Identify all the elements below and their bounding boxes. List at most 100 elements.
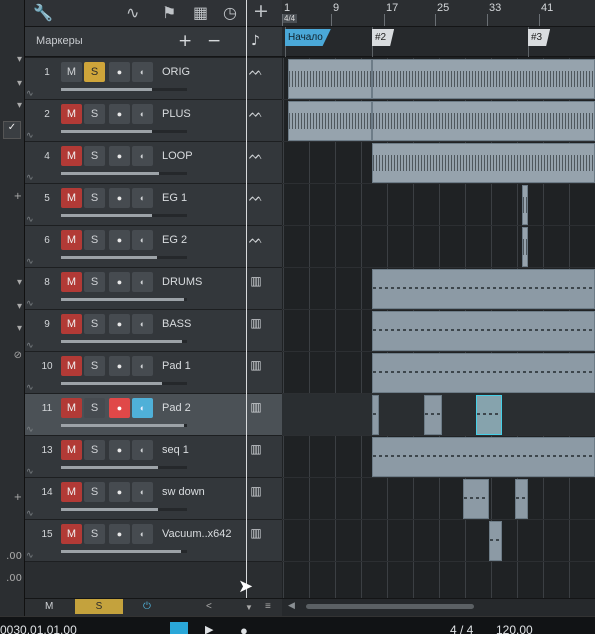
record-arm-button[interactable]: ●: [109, 356, 130, 376]
track-row-pad-1[interactable]: 10 ∿ M S ● ◐ Pad 1 ▥: [25, 352, 282, 394]
scroll-left-icon[interactable]: ◀: [288, 601, 295, 611]
arrangement-area[interactable]: [282, 58, 595, 598]
volume-fader[interactable]: [61, 256, 187, 259]
audio-clip[interactable]: [522, 185, 528, 225]
track-row-sw-down[interactable]: 14 ∿ M S ● ◐ sw down ▥: [25, 478, 282, 520]
instrument-clip[interactable]: [372, 395, 379, 435]
monitor-button[interactable]: ◐: [132, 398, 153, 418]
track-name[interactable]: LOOP: [162, 150, 193, 162]
instrument-clip[interactable]: [463, 479, 489, 519]
volume-fader[interactable]: [61, 172, 187, 175]
automation-expand-icon[interactable]: ∿: [26, 88, 34, 99]
add-marker-button[interactable]: +: [178, 31, 192, 51]
audio-clip[interactable]: [372, 101, 595, 141]
automation-expand-icon[interactable]: ∿: [26, 340, 34, 351]
track-name[interactable]: Pad 2: [162, 402, 191, 414]
monitor-button[interactable]: ◐: [132, 230, 153, 250]
track-name[interactable]: BASS: [162, 318, 191, 330]
play-icon[interactable]: ▶: [205, 623, 213, 634]
horizontal-scrollbar[interactable]: ◀: [282, 598, 595, 616]
audio-clip[interactable]: [288, 59, 372, 99]
record-arm-button[interactable]: ●: [109, 314, 130, 334]
record-icon[interactable]: ●: [240, 623, 248, 634]
instrument-clip[interactable]: [372, 311, 595, 351]
solo-button[interactable]: S: [84, 524, 105, 544]
solo-button[interactable]: S: [84, 482, 105, 502]
track-row-loop[interactable]: 4 ∿ M S ● ◐ LOOP ᨓ: [25, 142, 282, 184]
track-lane[interactable]: [282, 520, 595, 562]
track-row-plus[interactable]: 2 ∿ M S ● ◐ PLUS ᨓ: [25, 100, 282, 142]
track-name[interactable]: ORIG: [162, 66, 190, 78]
monitor-button[interactable]: ◐: [132, 272, 153, 292]
automation-expand-icon[interactable]: ∿: [26, 130, 34, 141]
mute-button[interactable]: M: [61, 398, 82, 418]
marker-flag[interactable]: #2: [372, 29, 395, 46]
track-name[interactable]: Pad 1: [162, 360, 191, 372]
marker-flag-icon[interactable]: ⚑: [162, 3, 176, 22]
marker-flag[interactable]: #3: [528, 29, 551, 46]
track-name[interactable]: EG 2: [162, 234, 187, 246]
instrument-clip[interactable]: [424, 395, 442, 435]
instrument-clip[interactable]: [372, 269, 595, 309]
automation-expand-icon[interactable]: ∿: [26, 424, 34, 435]
record-arm-button[interactable]: ●: [109, 104, 130, 124]
mute-all-button[interactable]: M: [45, 601, 53, 612]
track-row-eg-1[interactable]: 5 ∿ M S ● ◐ EG 1 ᨓ: [25, 184, 282, 226]
loop-toggle[interactable]: [170, 622, 188, 634]
track-name[interactable]: PLUS: [162, 108, 191, 120]
audio-clip[interactable]: [522, 227, 528, 267]
scrollbar-thumb[interactable]: [306, 604, 474, 609]
dropdown-icon[interactable]: ▼: [245, 603, 253, 612]
marker-flag[interactable]: Начало: [285, 29, 331, 46]
track-name[interactable]: DRUMS: [162, 276, 202, 288]
track-name[interactable]: sw down: [162, 486, 205, 498]
clock-icon[interactable]: ◷: [223, 3, 237, 22]
monitor-button[interactable]: ◐: [132, 524, 153, 544]
volume-fader[interactable]: [61, 424, 187, 427]
automation-expand-icon[interactable]: ∿: [26, 550, 34, 561]
volume-fader[interactable]: [61, 340, 187, 343]
solo-button[interactable]: S: [84, 188, 105, 208]
solo-button[interactable]: S: [84, 104, 105, 124]
automation-expand-icon[interactable]: ∿: [26, 298, 34, 309]
monitor-button[interactable]: ◐: [132, 62, 153, 82]
volume-fader[interactable]: [61, 130, 187, 133]
record-arm-button[interactable]: ●: [109, 230, 130, 250]
record-arm-button[interactable]: ●: [109, 482, 130, 502]
volume-fader[interactable]: [61, 550, 187, 553]
track-row-vacuum-x642[interactable]: 15 ∿ M S ● ◐ Vacuum..x642 ▥: [25, 520, 282, 562]
volume-fader[interactable]: [61, 214, 187, 217]
mute-button[interactable]: M: [61, 524, 82, 544]
solo-all-button[interactable]: S: [75, 599, 123, 614]
track-name[interactable]: Vacuum..x642: [162, 528, 232, 540]
remove-marker-button[interactable]: −: [207, 31, 221, 51]
playhead-cursor[interactable]: [246, 0, 247, 598]
monitor-button[interactable]: ◐: [132, 356, 153, 376]
solo-button[interactable]: S: [84, 314, 105, 334]
inspector-edge-item[interactable]: ▾: [0, 277, 22, 295]
record-arm-button[interactable]: ●: [109, 146, 130, 166]
instrument-clip[interactable]: [515, 479, 528, 519]
record-arm-button[interactable]: ●: [109, 272, 130, 292]
track-lane[interactable]: [282, 226, 595, 268]
menu-icon[interactable]: ≡: [265, 601, 271, 612]
solo-button[interactable]: S: [84, 356, 105, 376]
grid-icon[interactable]: ▦: [193, 3, 208, 22]
monitor-button[interactable]: ◐: [132, 188, 153, 208]
marker-lane[interactable]: Начало #2 #3: [282, 27, 595, 57]
solo-button[interactable]: S: [84, 440, 105, 460]
track-lane[interactable]: [282, 184, 595, 226]
record-arm-button[interactable]: ●: [109, 440, 130, 460]
solo-button[interactable]: S: [84, 62, 105, 82]
record-arm-button[interactable]: ●: [109, 398, 130, 418]
add-icon[interactable]: +: [253, 0, 269, 22]
inspector-edge-item[interactable]: ✓: [3, 121, 21, 139]
automation-expand-icon[interactable]: ∿: [26, 214, 34, 225]
track-row-pad-2[interactable]: 11 ∿ M S ● ◐ Pad 2 ▥: [25, 394, 282, 436]
monitor-button[interactable]: ◐: [132, 314, 153, 334]
track-name[interactable]: seq 1: [162, 444, 189, 456]
track-name[interactable]: EG 1: [162, 192, 187, 204]
inspector-edge-item[interactable]: +: [0, 191, 22, 209]
instrument-clip[interactable]: [476, 395, 502, 435]
track-row-drums[interactable]: 8 ∿ M S ● ◐ DRUMS ▥: [25, 268, 282, 310]
